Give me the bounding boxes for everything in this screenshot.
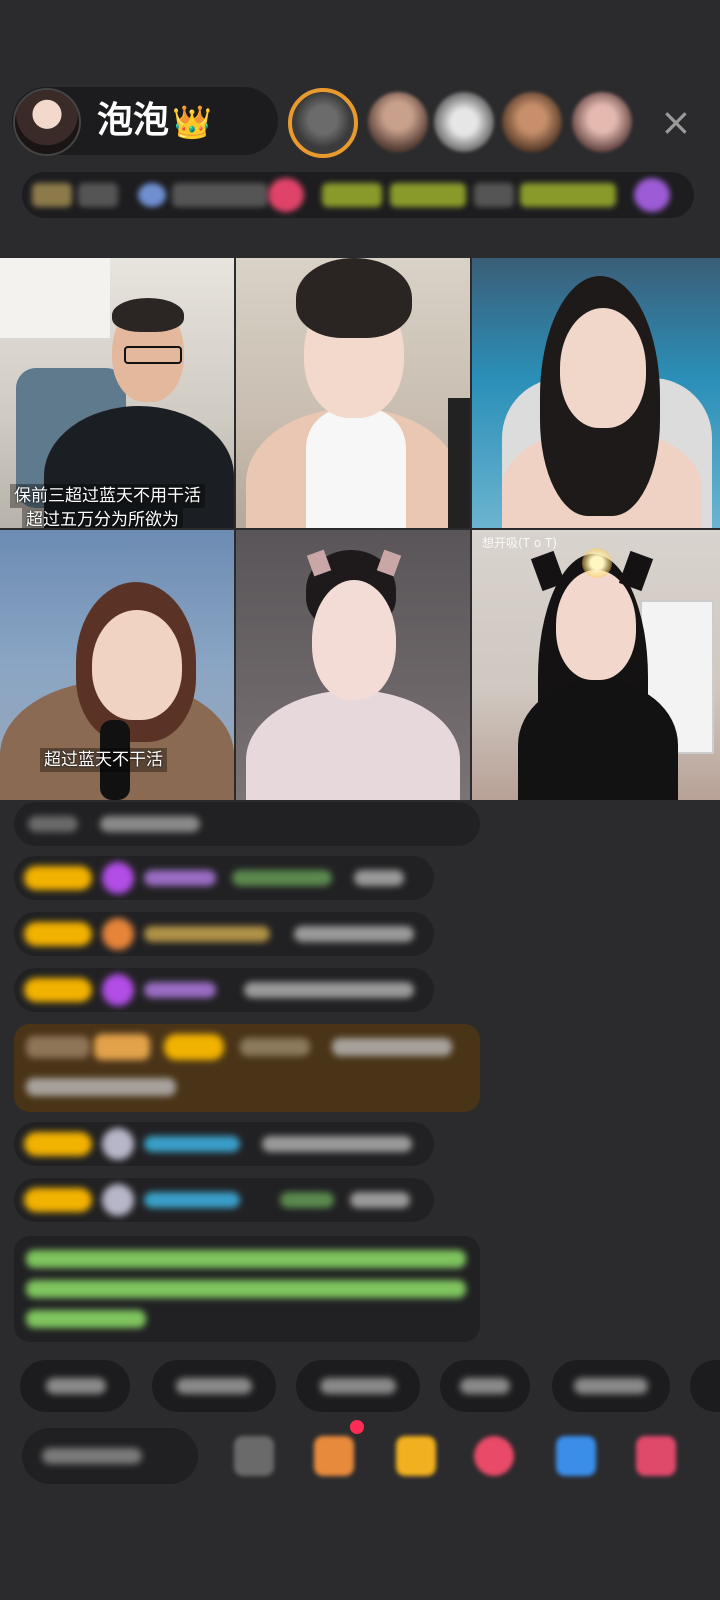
viewer-avatar[interactable] xyxy=(434,92,494,152)
blurred-badge xyxy=(94,1034,150,1060)
blurred-text xyxy=(26,1078,176,1096)
video-tile[interactable]: 超过蓝天不干活 xyxy=(0,530,234,800)
video-tile[interactable]: 保前三超过蓝天不用干活 超过五万分为所欲为 xyxy=(0,258,234,528)
red-packet-icon[interactable] xyxy=(396,1436,436,1476)
rank-icon xyxy=(32,183,72,207)
chat-message[interactable] xyxy=(14,856,434,900)
blurred-tag xyxy=(322,183,382,207)
blurred-tag xyxy=(520,183,616,207)
blurred-username xyxy=(144,870,216,886)
video-tile[interactable]: 想开吸(T o T) xyxy=(472,530,720,800)
level-badge xyxy=(24,1132,92,1156)
blurred-username xyxy=(144,926,270,942)
comment-input[interactable] xyxy=(22,1428,198,1484)
gem-icon xyxy=(102,974,134,1006)
blurred-text xyxy=(280,1192,334,1208)
blurred-username xyxy=(240,1038,310,1056)
gift-icon[interactable] xyxy=(268,178,304,212)
quick-reply-chip[interactable] xyxy=(152,1360,276,1412)
system-notice xyxy=(14,1236,480,1342)
tile-tag: 想开吸(T o T) xyxy=(482,536,557,550)
viewer-avatar[interactable] xyxy=(572,92,632,152)
blurred-text xyxy=(26,1310,146,1328)
blurred-text xyxy=(172,183,268,207)
blurred-text xyxy=(100,816,200,832)
video-tile[interactable] xyxy=(236,530,470,800)
avatar-icon xyxy=(102,1184,134,1216)
blurred-placeholder xyxy=(42,1448,142,1464)
crown-icon: 👑 xyxy=(172,103,212,141)
blurred-text xyxy=(350,1192,410,1208)
blurred-text xyxy=(474,183,514,207)
video-tile[interactable] xyxy=(236,258,470,528)
chat-message[interactable] xyxy=(14,1178,434,1222)
quick-reply-chip[interactable] xyxy=(552,1360,670,1412)
blurred-text xyxy=(232,870,332,886)
emoji-icon[interactable] xyxy=(234,1436,274,1476)
avatar-icon xyxy=(102,1128,134,1160)
blurred-text xyxy=(262,1136,412,1152)
tile-caption: 超过五万分为所欲为 xyxy=(22,508,183,528)
level-badge xyxy=(24,922,92,946)
blurred-text xyxy=(320,1378,396,1394)
level-badge xyxy=(164,1034,224,1060)
viewer-avatar[interactable] xyxy=(502,92,562,152)
quick-reply-chip[interactable] xyxy=(440,1360,530,1412)
tile-caption: 保前三超过蓝天不用干活 xyxy=(10,484,205,508)
like-icon[interactable] xyxy=(474,1436,514,1476)
level-badge xyxy=(24,866,92,890)
host-avatar[interactable] xyxy=(13,88,81,156)
level-badge xyxy=(24,1188,92,1212)
badge-icon xyxy=(138,183,166,207)
chat-message[interactable] xyxy=(14,968,434,1012)
more-icon[interactable] xyxy=(634,178,670,212)
chat-message[interactable] xyxy=(14,912,434,956)
blurred-text xyxy=(26,1280,466,1298)
close-icon[interactable]: × xyxy=(660,100,692,144)
host-name: 泡泡 xyxy=(97,100,170,141)
blurred-text xyxy=(26,1250,466,1268)
blurred-badge xyxy=(26,1036,90,1058)
level-badge xyxy=(24,978,92,1002)
blurred-username xyxy=(144,982,216,998)
tile-caption: 超过蓝天不干活 xyxy=(40,748,167,772)
fan-icon xyxy=(102,918,134,950)
blurred-text xyxy=(460,1378,510,1394)
top-viewer-avatar[interactable] xyxy=(288,88,358,158)
blurred-text xyxy=(244,982,414,998)
quick-reply-chip[interactable] xyxy=(690,1360,720,1412)
blurred-text xyxy=(46,1378,106,1394)
blurred-username xyxy=(144,1136,240,1152)
blurred-text xyxy=(78,183,118,207)
blurred-text xyxy=(28,816,78,832)
viewer-avatar[interactable] xyxy=(368,92,428,152)
video-tile[interactable] xyxy=(472,258,720,528)
chat-message[interactable] xyxy=(14,1122,434,1166)
blurred-text xyxy=(574,1378,648,1394)
blurred-text xyxy=(332,1038,452,1056)
blurred-text xyxy=(354,870,404,886)
blurred-text xyxy=(176,1378,252,1394)
gift-box-icon[interactable] xyxy=(314,1436,354,1476)
chat-message-highlighted[interactable] xyxy=(14,1024,480,1112)
notification-dot xyxy=(350,1420,364,1434)
blurred-username xyxy=(144,1192,240,1208)
shop-icon[interactable] xyxy=(636,1436,676,1476)
quick-reply-chip[interactable] xyxy=(296,1360,420,1412)
blurred-text xyxy=(294,926,414,942)
chat-message[interactable] xyxy=(14,802,480,846)
room-info-bar[interactable] xyxy=(22,172,694,218)
blurred-tag xyxy=(390,183,466,207)
gem-icon xyxy=(102,862,134,894)
game-icon[interactable] xyxy=(556,1436,596,1476)
quick-reply-chip[interactable] xyxy=(20,1360,130,1412)
